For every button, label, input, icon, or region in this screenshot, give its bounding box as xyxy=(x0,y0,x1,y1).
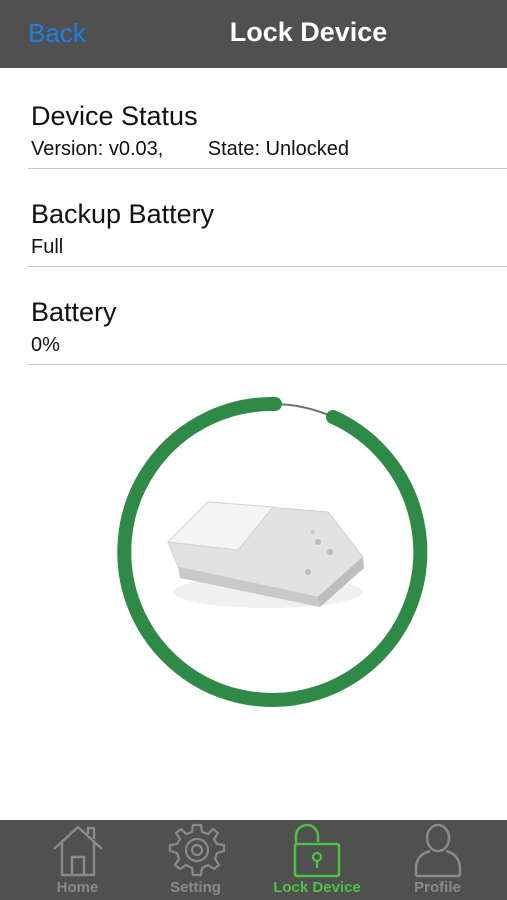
section-value: Version: v0.03, State: Unlocked xyxy=(31,138,349,160)
tab-lock-device[interactable]: Lock Device xyxy=(262,820,372,900)
gear-icon xyxy=(168,823,225,877)
ring-track xyxy=(274,403,334,418)
nav-bar: Back Lock Device xyxy=(0,0,507,68)
device-status-section: Device Status Version: v0.03, State: Unl… xyxy=(28,71,507,169)
tab-label: Home xyxy=(56,879,99,896)
tab-label: Profile xyxy=(414,879,461,896)
section-value: 0% xyxy=(31,334,60,356)
battery-section: Battery 0% xyxy=(28,267,507,365)
tab-home[interactable]: Home xyxy=(30,820,125,900)
tab-setting[interactable]: Setting xyxy=(148,820,243,900)
section-title: Battery xyxy=(31,297,117,327)
backup-battery-section: Backup Battery Full xyxy=(28,169,507,267)
tab-label: Setting xyxy=(170,879,221,896)
lock-device-icon xyxy=(166,501,364,608)
section-title: Device Status xyxy=(31,101,198,131)
unlock-icon xyxy=(293,823,341,878)
tab-label: Lock Device xyxy=(273,879,361,896)
lock-status-ring[interactable] xyxy=(108,392,428,712)
user-icon xyxy=(414,823,461,878)
section-value: Full xyxy=(31,236,64,258)
page-title: Lock Device xyxy=(229,17,388,47)
home-icon xyxy=(52,825,103,877)
tab-profile[interactable]: Profile xyxy=(390,820,485,900)
section-title: Backup Battery xyxy=(31,199,215,229)
tab-bar: Home Setting Lock Device Profile xyxy=(0,820,507,900)
